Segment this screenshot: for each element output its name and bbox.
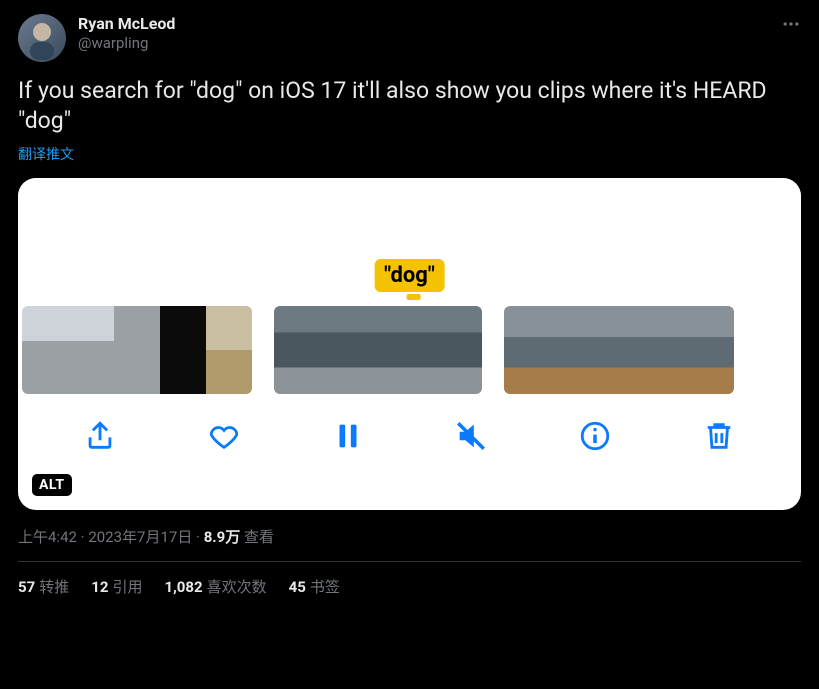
- video-thumbnail: [22, 306, 68, 394]
- media-top: "dog": [18, 178, 801, 304]
- video-scrubber[interactable]: [18, 304, 801, 396]
- share-icon[interactable]: [83, 419, 117, 453]
- tweet-time[interactable]: 上午4:42: [18, 528, 77, 546]
- video-thumbnail: [206, 306, 252, 394]
- search-term-badge: "dog": [374, 259, 445, 292]
- heart-icon[interactable]: [207, 419, 241, 453]
- video-thumbnail: [326, 306, 378, 394]
- retweets-stat[interactable]: 57转推: [18, 576, 69, 597]
- more-icon[interactable]: [781, 14, 801, 38]
- media-controls: [18, 396, 801, 476]
- tweet-text: If you search for "dog" on iOS 17 it'll …: [18, 76, 801, 136]
- video-thumbnail: [160, 306, 206, 394]
- tweet-header: Ryan McLeod @warpling: [18, 14, 801, 62]
- video-thumbnail: [596, 306, 642, 394]
- quotes-stat[interactable]: 12引用: [91, 576, 142, 597]
- user-names: Ryan McLeod @warpling: [78, 14, 175, 53]
- video-thumbnail: [688, 306, 734, 394]
- trash-icon[interactable]: [702, 419, 736, 453]
- likes-stat[interactable]: 1,082喜欢次数: [164, 576, 266, 597]
- display-name[interactable]: Ryan McLeod: [78, 14, 175, 34]
- clip-group[interactable]: [22, 306, 252, 394]
- info-icon[interactable]: [578, 419, 612, 453]
- tweet-media[interactable]: "dog": [18, 178, 801, 510]
- views-label: 查看: [244, 528, 274, 546]
- video-thumbnail: [504, 306, 550, 394]
- pause-icon[interactable]: [331, 419, 365, 453]
- clip-group[interactable]: [274, 306, 482, 394]
- tweet-date[interactable]: 2023年7月17日: [88, 528, 192, 546]
- user-handle[interactable]: @warpling: [78, 34, 175, 53]
- tweet: Ryan McLeod @warpling If you search for …: [0, 0, 819, 597]
- tweet-meta: 上午4:42 · 2023年7月17日 · 8.9万 查看: [18, 526, 801, 547]
- video-thumbnail: [378, 306, 430, 394]
- divider: [18, 561, 801, 562]
- video-thumbnail: [430, 306, 482, 394]
- video-thumbnail: [550, 306, 596, 394]
- tweet-stats: 57转推 12引用 1,082喜欢次数 45书签: [18, 576, 801, 597]
- video-thumbnail: [68, 306, 114, 394]
- bookmarks-stat[interactable]: 45书签: [289, 576, 340, 597]
- mute-icon[interactable]: [454, 419, 488, 453]
- alt-badge[interactable]: ALT: [32, 474, 72, 496]
- translate-link[interactable]: 翻译推文: [18, 144, 801, 164]
- video-thumbnail: [114, 306, 160, 394]
- views-count: 8.9万: [204, 528, 241, 546]
- video-thumbnail: [274, 306, 326, 394]
- clip-group[interactable]: [504, 306, 734, 394]
- video-thumbnail: [642, 306, 688, 394]
- avatar[interactable]: [18, 14, 66, 62]
